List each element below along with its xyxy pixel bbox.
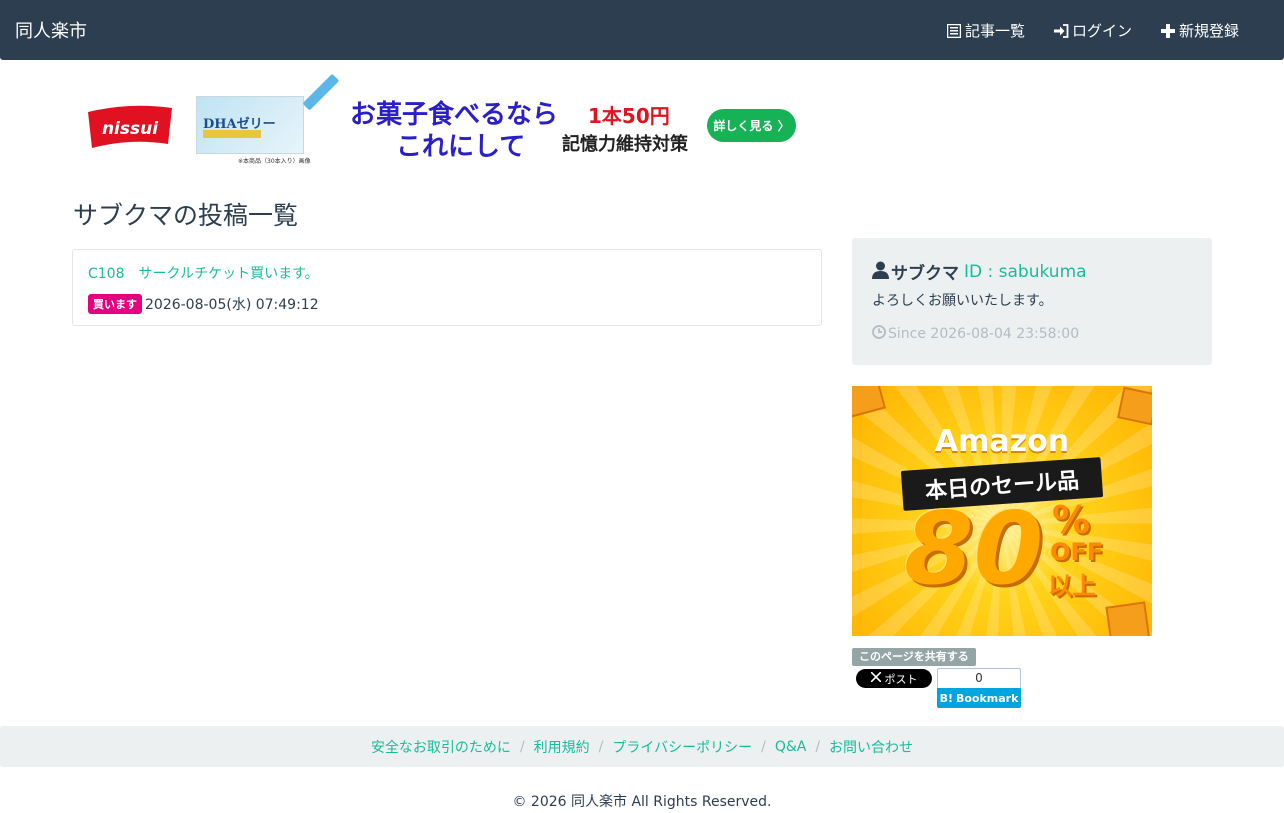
user-icon <box>872 261 889 283</box>
banner-cta-button[interactable]: 詳しく見る 〉 <box>707 109 796 142</box>
jelly-stick-image <box>302 73 340 111</box>
nav-articles[interactable]: 記事一覧 <box>946 20 1025 41</box>
x-post-button[interactable]: ポスト <box>856 669 932 688</box>
banner-price: 1本50円 <box>588 104 670 128</box>
amazon-ad-box-decoration <box>1105 601 1151 636</box>
hatena-bookmark-label: Bookmark <box>955 691 1019 705</box>
nissui-banner-ad[interactable]: nissui DHAゼリー ※本商品（30本入り）画像 お菓子食べるなら これに… <box>80 73 798 165</box>
profile-name-row: サブクマ ID : sabukuma <box>872 259 1087 284</box>
product-note: ※本商品（30本入り）画像 <box>238 158 311 165</box>
nav-login[interactable]: ログイン <box>1053 20 1132 41</box>
footer-separator: / <box>519 738 525 755</box>
nav-register[interactable]: 新規登録 <box>1160 20 1239 41</box>
post-list: C108 サークルチケット買います。 買います 2026-08-05(水) 07… <box>72 249 822 326</box>
amazon-ad-suffix: 以上 <box>1048 572 1096 600</box>
navbar: 同人楽市 記事一覧 ログイン 新規登録 <box>0 0 1284 60</box>
profile-since: Since 2026-08-04 23:58:00 <box>872 325 1079 343</box>
product-image: DHAゼリー <box>196 96 304 154</box>
x-post-label: ポスト <box>884 672 918 686</box>
footer-separator: / <box>598 738 604 755</box>
page-title: サブクマの投稿一覧 <box>73 201 299 230</box>
profile-panel: サブクマ ID : sabukuma よろしくお願いいたします。 Since 2… <box>852 238 1212 365</box>
post-meta: 買います 2026-08-05(水) 07:49:12 <box>88 294 319 314</box>
hatena-bookmark-label-row: B! Bookmark <box>937 688 1021 708</box>
banner-subtext: 記憶力維持対策 <box>562 134 688 155</box>
hatena-b-icon: B! <box>939 691 953 705</box>
footer-separator: / <box>761 738 766 755</box>
brand-logo[interactable]: 同人楽市 <box>15 17 87 43</box>
hatena-count: 0 <box>937 668 1021 688</box>
clock-icon <box>872 325 886 343</box>
footer-separator: / <box>815 738 821 755</box>
amazon-ad-number: 80 <box>904 490 1044 607</box>
footer-links: 安全なお取引のために / 利用規約 / プライバシーポリシー / Q&A / お… <box>0 726 1284 767</box>
list-alt-icon <box>946 23 962 39</box>
footer-link-terms[interactable]: 利用規約 <box>534 737 590 757</box>
amazon-ad-percent: % <box>1052 498 1091 542</box>
footer-link-privacy[interactable]: プライバシーポリシー <box>612 737 752 757</box>
footer-link-contact[interactable]: お問い合わせ <box>829 737 913 757</box>
amazon-sale-ad[interactable]: Amazon 本日のセール品 80 % OFF 以上 <box>852 386 1152 636</box>
hatena-bookmark-button[interactable]: 0 B! Bookmark <box>937 668 1021 708</box>
nissui-logo-text: nissui <box>102 119 159 139</box>
profile-user-id[interactable]: ID : sabukuma <box>964 262 1087 282</box>
nav-register-label: 新規登録 <box>1179 22 1240 40</box>
profile-since-text: Since 2026-08-04 23:58:00 <box>888 326 1080 342</box>
copyright: © 2026 同人楽市 All Rights Reserved. <box>512 794 772 810</box>
nav-articles-label: 記事一覧 <box>965 22 1026 40</box>
buy-badge: 買います <box>88 294 142 314</box>
plus-icon <box>1160 23 1176 39</box>
product-band <box>203 130 261 138</box>
log-in-icon <box>1053 23 1069 39</box>
share-label: このページを共有する <box>852 648 976 666</box>
amazon-ad-off: OFF <box>1050 538 1104 566</box>
nissui-logo: nissui <box>80 94 180 160</box>
amazon-ad-title: Amazon <box>934 424 1070 459</box>
x-logo-icon <box>869 671 882 685</box>
post-date: 2026-08-05(水) 07:49:12 <box>145 297 319 313</box>
footer-link-safety[interactable]: 安全なお取引のために <box>371 737 511 757</box>
post-title-link[interactable]: C108 サークルチケット買います。 <box>88 263 319 283</box>
nav-login-label: ログイン <box>1072 22 1133 40</box>
profile-username: サブクマ <box>891 264 959 284</box>
banner-headline-2: これにして <box>396 132 526 162</box>
footer-link-qa[interactable]: Q&A <box>775 739 807 755</box>
profile-bio: よろしくお願いいたします。 <box>872 293 1053 309</box>
